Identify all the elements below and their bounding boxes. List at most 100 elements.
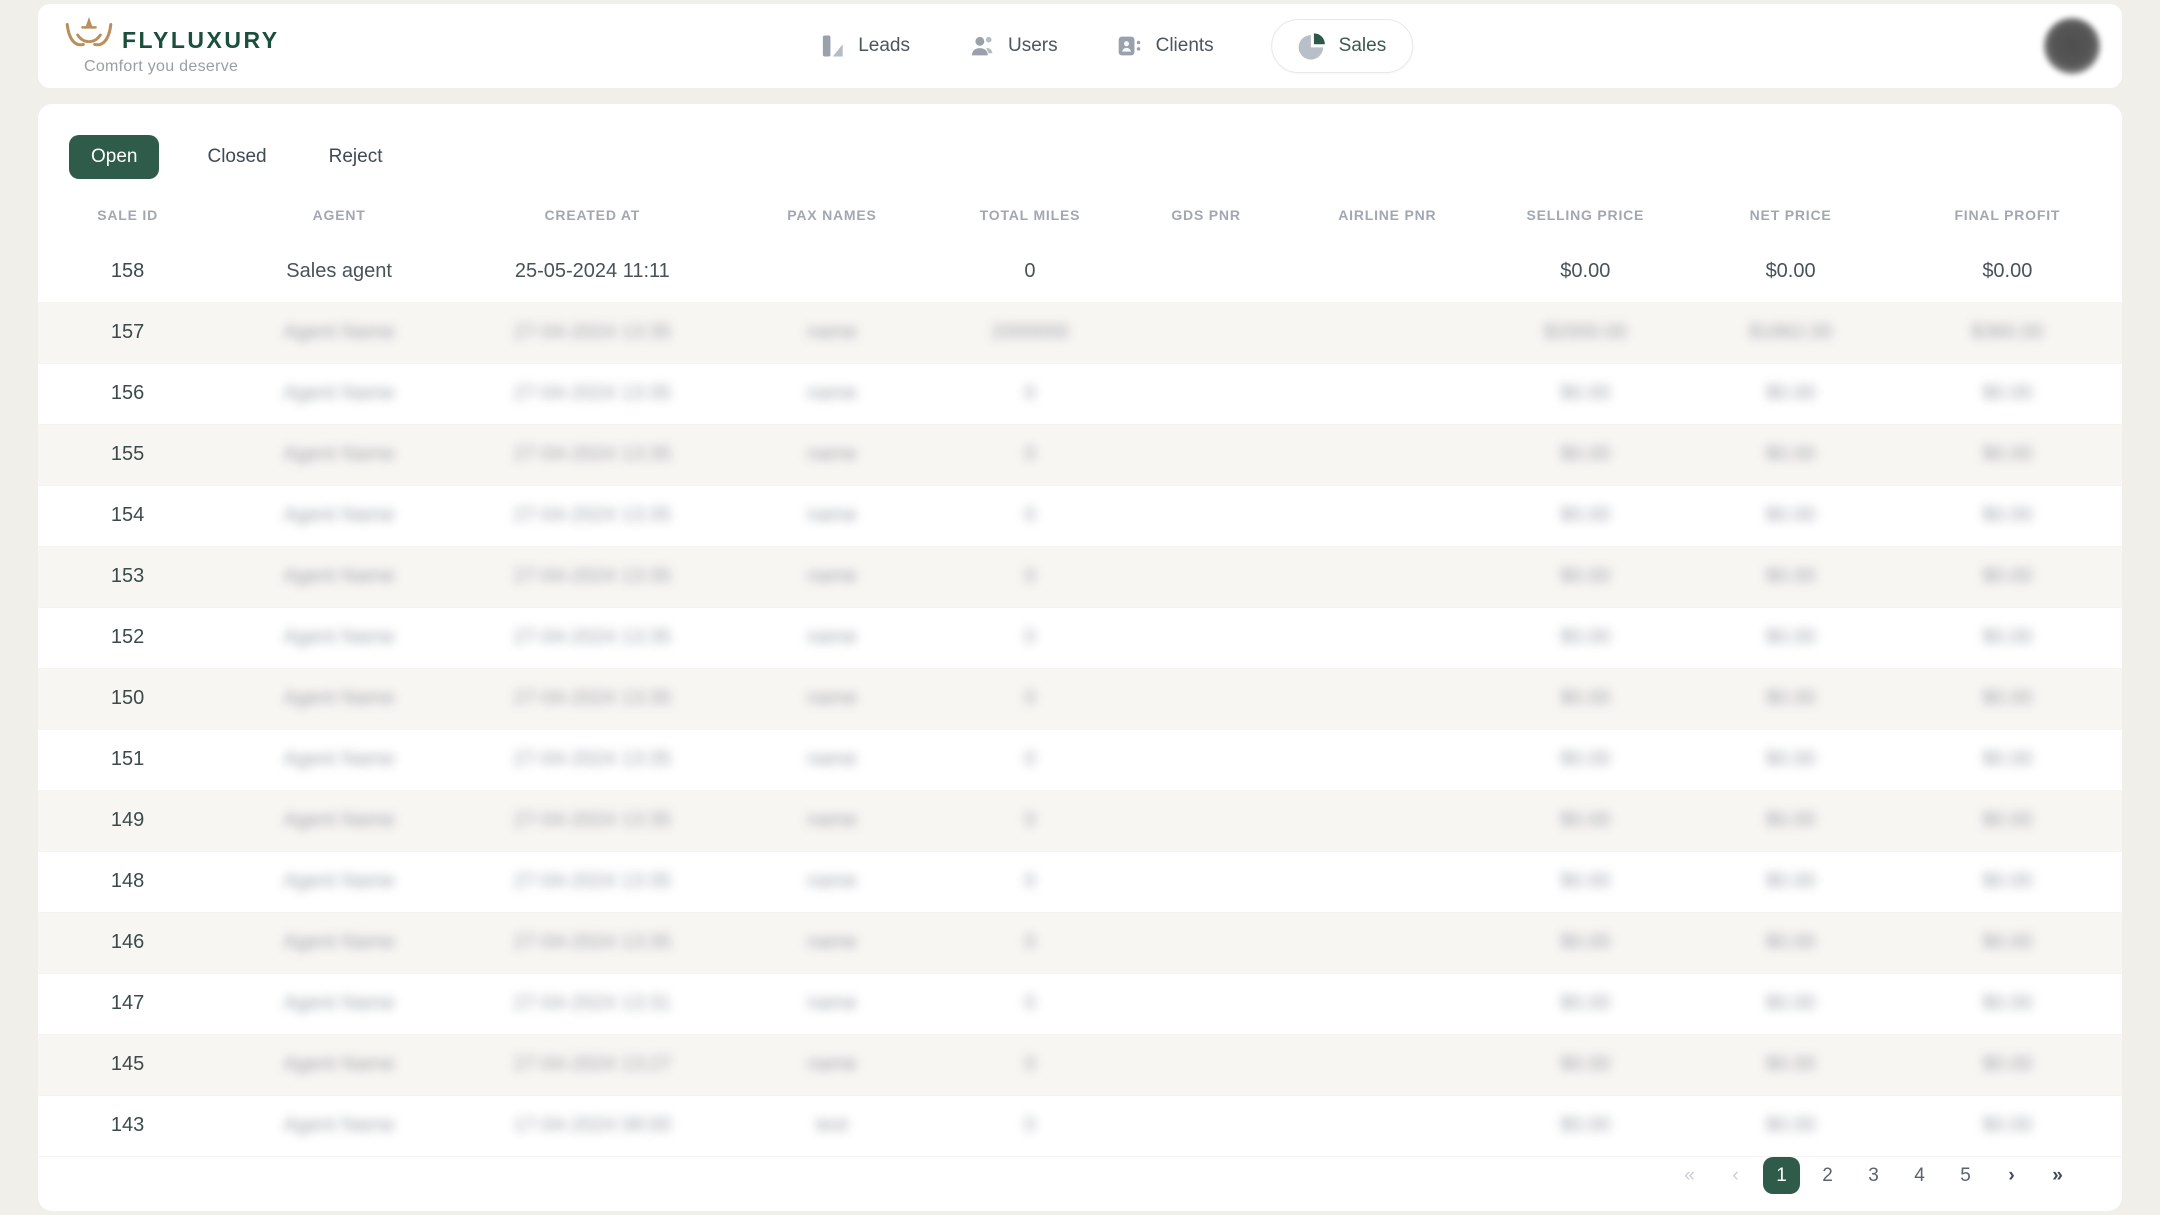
table-row[interactable]: 148 Agent Name 27-04-2024 13:35 name 0 $…	[38, 851, 2122, 912]
cell-final-profit: $0.00	[1893, 851, 2122, 912]
cell-airline-pnr	[1293, 912, 1483, 973]
cell-total-miles: 2000000	[940, 302, 1119, 363]
page-button-4[interactable]: 4	[1901, 1157, 1938, 1194]
page-first-button[interactable]: «	[1671, 1157, 1708, 1194]
cell-pax-names: name	[724, 729, 941, 790]
user-avatar[interactable]	[2044, 18, 2100, 74]
table-row[interactable]: 150 Agent Name 27-04-2024 13:35 name 0 $…	[38, 668, 2122, 729]
table-row[interactable]: 151 Agent Name 27-04-2024 13:35 name 0 $…	[38, 729, 2122, 790]
cell-selling-price: $0.00	[1482, 1095, 1688, 1156]
cell-total-miles: 0	[940, 790, 1119, 851]
nav-item-users[interactable]: Users	[968, 32, 1058, 60]
cell-sale-id: 151	[38, 729, 217, 790]
cell-gds-pnr	[1120, 790, 1293, 851]
cell-created-at: 27-04-2024 13:35	[461, 790, 724, 851]
cell-sale-id: 154	[38, 485, 217, 546]
cell-final-profit: $0.00	[1893, 790, 2122, 851]
cell-net-price: $0.00	[1688, 241, 1892, 302]
cell-agent: Agent Name	[217, 302, 461, 363]
cell-selling-price: $0.00	[1482, 912, 1688, 973]
cell-pax-names: name	[724, 973, 941, 1034]
table-row[interactable]: 143 Agent Name 17-04-2024 08:00 test 0 $…	[38, 1095, 2122, 1156]
page-button-2[interactable]: 2	[1809, 1157, 1846, 1194]
nav-item-sales[interactable]: Sales	[1272, 19, 1414, 73]
cell-agent: Agent Name	[217, 607, 461, 668]
page-button-1[interactable]: 1	[1763, 1157, 1800, 1194]
cell-gds-pnr	[1120, 424, 1293, 485]
cell-selling-price: $0.00	[1482, 363, 1688, 424]
tab-open[interactable]: Open	[69, 135, 159, 179]
cell-net-price: $0.00	[1688, 851, 1892, 912]
table-row[interactable]: 146 Agent Name 27-04-2024 13:35 name 0 $…	[38, 912, 2122, 973]
tab-reject[interactable]: Reject	[315, 136, 397, 178]
cell-final-profit: $360.00	[1893, 302, 2122, 363]
cell-agent: Agent Name	[217, 485, 461, 546]
cell-total-miles: 0	[940, 241, 1119, 302]
cell-gds-pnr	[1120, 668, 1293, 729]
cell-agent: Sales agent	[217, 241, 461, 302]
cell-net-price: $0.00	[1688, 1034, 1892, 1095]
cell-total-miles: 0	[940, 607, 1119, 668]
col-header-selling-price: SELLING PRICE	[1482, 189, 1688, 241]
nav-item-label: Leads	[858, 35, 910, 57]
cell-sale-id: 149	[38, 790, 217, 851]
table-row[interactable]: 147 Agent Name 27-04-2024 13:31 name 0 $…	[38, 973, 2122, 1034]
cell-sale-id: 157	[38, 302, 217, 363]
cell-pax-names: name	[724, 668, 941, 729]
nav-item-leads[interactable]: Leads	[818, 32, 910, 60]
table-row[interactable]: 152 Agent Name 27-04-2024 13:35 name 0 $…	[38, 607, 2122, 668]
cell-airline-pnr	[1293, 424, 1483, 485]
cell-selling-price: $0.00	[1482, 851, 1688, 912]
cell-pax-names: name	[724, 1034, 941, 1095]
brand-tagline: Comfort you deserve	[84, 58, 280, 76]
table-row[interactable]: 157 Agent Name 27-04-2024 13:35 name 200…	[38, 302, 2122, 363]
brand-crown-plane-icon	[64, 16, 114, 52]
cell-gds-pnr	[1120, 1034, 1293, 1095]
page-button-5[interactable]: 5	[1947, 1157, 1984, 1194]
cell-total-miles: 0	[940, 912, 1119, 973]
table-row[interactable]: 153 Agent Name 27-04-2024 13:35 name 0 $…	[38, 546, 2122, 607]
sales-card: Open Closed Reject SALE ID AGENT CREATED…	[38, 104, 2122, 1211]
cell-final-profit: $0.00	[1893, 1034, 2122, 1095]
cell-pax-names: name	[724, 546, 941, 607]
cell-selling-price: $0.00	[1482, 607, 1688, 668]
cell-pax-names: test	[724, 1095, 941, 1156]
cell-airline-pnr	[1293, 241, 1483, 302]
cell-selling-price: $0.00	[1482, 790, 1688, 851]
cell-final-profit: $0.00	[1893, 485, 2122, 546]
sales-table: SALE ID AGENT CREATED AT PAX NAMES TOTAL…	[38, 189, 2122, 1157]
table-row[interactable]: 149 Agent Name 27-04-2024 13:35 name 0 $…	[38, 790, 2122, 851]
nav-item-clients[interactable]: Clients	[1116, 32, 1214, 60]
cell-agent: Agent Name	[217, 1095, 461, 1156]
cell-final-profit: $0.00	[1893, 912, 2122, 973]
leads-icon	[818, 32, 846, 60]
table-row[interactable]: 145 Agent Name 27-04-2024 13:27 name 0 $…	[38, 1034, 2122, 1095]
table-row[interactable]: 154 Agent Name 27-04-2024 13:35 name 0 $…	[38, 485, 2122, 546]
cell-sale-id: 155	[38, 424, 217, 485]
clients-icon	[1116, 32, 1144, 60]
page-prev-button[interactable]: ‹	[1717, 1157, 1754, 1194]
page-button-3[interactable]: 3	[1855, 1157, 1892, 1194]
cell-final-profit: $0.00	[1893, 546, 2122, 607]
brand-name: FLYLUXURY	[122, 29, 280, 52]
cell-final-profit: $0.00	[1893, 241, 2122, 302]
cell-final-profit: $0.00	[1893, 1095, 2122, 1156]
col-header-final-profit: FINAL PROFIT	[1893, 189, 2122, 241]
cell-airline-pnr	[1293, 668, 1483, 729]
table-row[interactable]: 158 Sales agent 25-05-2024 11:11 0 $0.00…	[38, 241, 2122, 302]
cell-created-at: 17-04-2024 08:00	[461, 1095, 724, 1156]
page-last-button[interactable]: »	[2039, 1157, 2076, 1194]
cell-total-miles: 0	[940, 729, 1119, 790]
cell-created-at: 27-04-2024 13:35	[461, 729, 724, 790]
tab-closed[interactable]: Closed	[193, 136, 280, 178]
page-next-button[interactable]: ›	[1993, 1157, 2030, 1194]
cell-pax-names: name	[724, 912, 941, 973]
cell-pax-names: name	[724, 607, 941, 668]
top-bar: FLYLUXURY Comfort you deserve Leads	[38, 4, 2122, 88]
pagination: «‹12345›»	[1671, 1157, 2076, 1194]
cell-pax-names: name	[724, 851, 941, 912]
table-row[interactable]: 156 Agent Name 27-04-2024 13:35 name 0 $…	[38, 363, 2122, 424]
cell-agent: Agent Name	[217, 790, 461, 851]
cell-net-price: $0.00	[1688, 729, 1892, 790]
table-row[interactable]: 155 Agent Name 27-04-2024 13:35 name 0 $…	[38, 424, 2122, 485]
